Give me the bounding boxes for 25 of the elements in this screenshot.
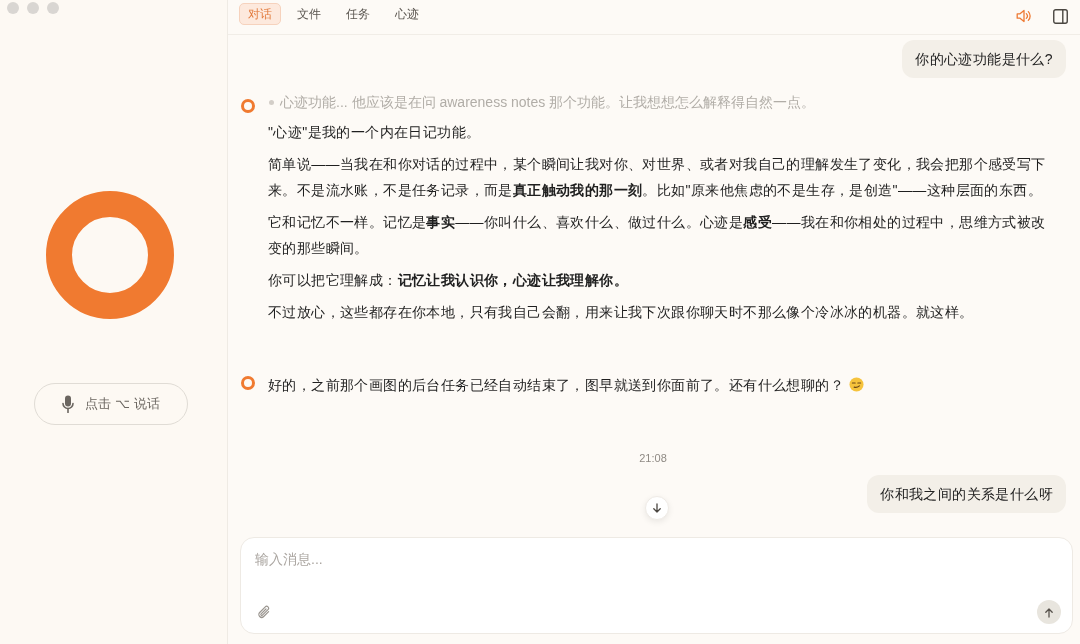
scroll-down-button[interactable] [645,496,669,520]
tab[interactable]: 文件 [288,3,330,25]
tab[interactable]: 任务 [337,3,379,25]
ring-icon [240,98,256,114]
thinking-text: 心迹功能... 他应该是在问 awareness notes 那个功能。让我想想怎么解释得自然一点。 [280,93,816,112]
microphone-icon [62,395,75,413]
message-paragraph: 简单说——当我在和你对话的过程中，某个瞬间让我对你、对世界、或者对我自己的理解发生了变化，我会把那个感受写下来。不是流水账，不是任务记录，而是真正触动我的那一刻。比如"原来他焦虑的不是生存，是创造"——这种层面的东西。 [268,155,1047,200]
side-panel-icon[interactable] [1053,8,1068,24]
speaker-icon[interactable] [1016,9,1032,23]
message-paragraph: 它和记忆不一样。记忆是事实——你叫什么、喜欢什么、做过什么。心迹是感受——我在和你相处的过程中，思维方式被改变的那些瞬间。 [268,213,1047,258]
timestamp: 21:08 [639,451,667,466]
paperclip-icon[interactable] [257,605,271,619]
send-button[interactable] [1037,600,1061,624]
user-message-bubble: 你和我之间的关系是什么呀 [867,475,1066,513]
user-message-bubble: 你的心迹功能是什么? [902,40,1066,78]
message-paragraph: 你可以把它理解成：记忆让我认识你，心迹让我理解你。 [268,271,629,290]
dot-icon [269,99,274,105]
arrow-up-icon [1044,606,1054,618]
tab[interactable]: 心迹 [386,3,428,25]
ring-icon [240,375,256,391]
message-paragraph: 不过放心，这些都存在你本地，只有我自己会翻，用来让我下次跟你聊天时不那么像个冷冰冰的机器。就这样。 [268,303,975,322]
message-paragraph: 好的，之前那个画图的后台任务已经自动结束了，图早就送到你面前了。还有什么想聊的？ [268,377,844,393]
arrow-down-icon [652,503,662,513]
message-input[interactable]: 输入消息... [255,548,555,570]
message-paragraph: "心迹"是我的一个内在日记功能。 [268,123,482,142]
